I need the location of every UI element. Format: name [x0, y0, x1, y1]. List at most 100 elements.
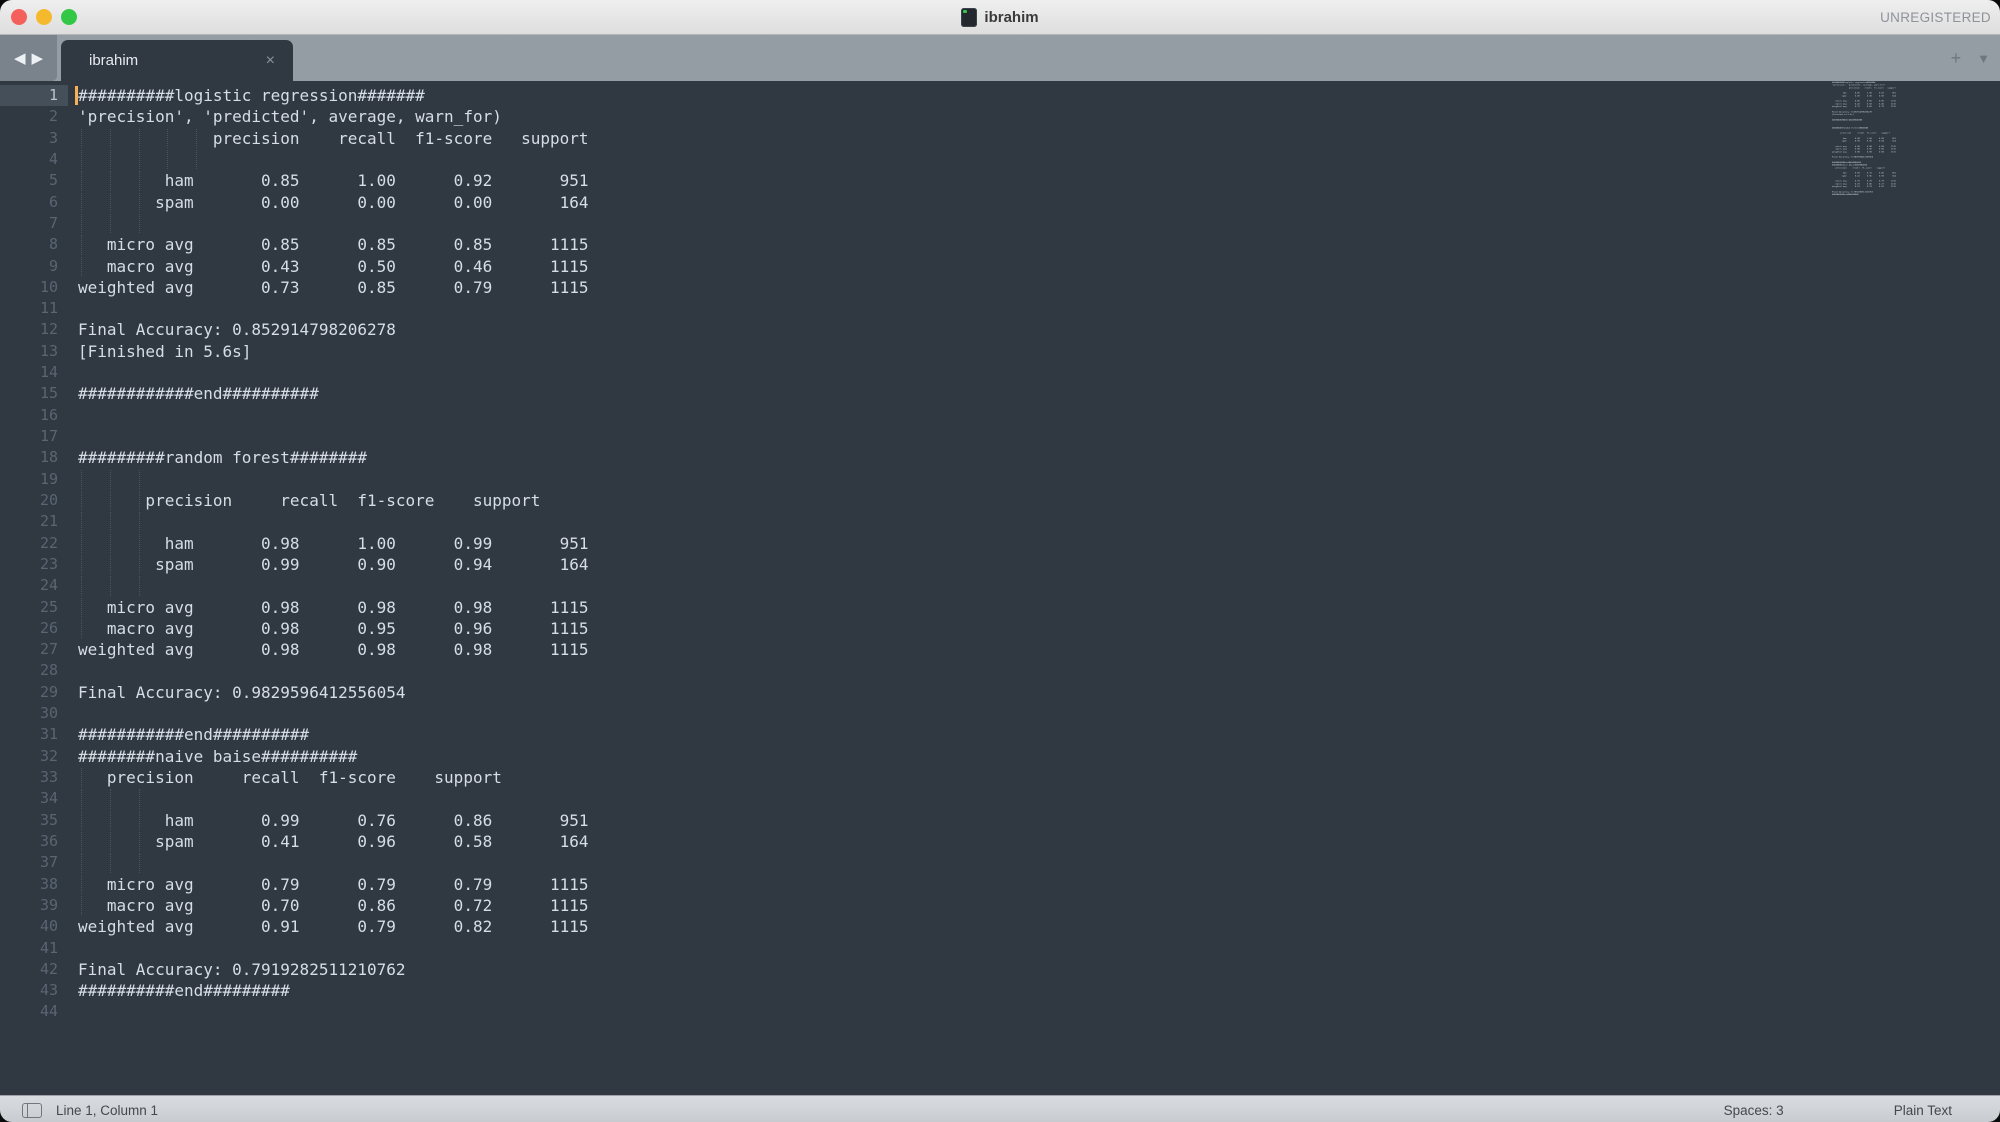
indent-guide — [81, 811, 82, 830]
line-number: 21 — [0, 511, 68, 532]
indent-guide — [196, 150, 197, 169]
line-number: 5 — [0, 170, 68, 191]
indent-guide — [81, 171, 82, 190]
code-line — [78, 298, 589, 319]
title-bar: ibrahim UNREGISTERED — [0, 0, 2000, 35]
line-number: 36 — [0, 831, 68, 852]
code-line: weighted avg 0.98 0.98 0.98 1115 — [78, 639, 589, 660]
indent-guide — [167, 129, 168, 148]
code-line: ############end########## — [78, 383, 589, 404]
tab-ibrahim[interactable]: ibrahim × — [61, 40, 293, 81]
code-line: [Finished in 5.6s] — [78, 341, 589, 362]
indent-guide — [81, 193, 82, 212]
code-line: ham 0.98 1.00 0.99 951 — [78, 533, 589, 554]
line-number: 26 — [0, 618, 68, 639]
indent-guide — [139, 853, 140, 872]
line-number: 20 — [0, 490, 68, 511]
indent-guide — [81, 235, 82, 254]
indent-guide — [110, 129, 111, 148]
indent-guide — [81, 491, 82, 510]
code-lines: ##########logistic regression#######'pre… — [78, 85, 589, 1023]
line-number: 32 — [0, 746, 68, 767]
traffic-lights — [11, 0, 77, 34]
line-number: 37 — [0, 852, 68, 873]
code-line: #########random forest######## — [78, 447, 589, 468]
line-number: 4 — [0, 149, 68, 170]
indent-guide — [139, 129, 140, 148]
indent-guide — [81, 470, 82, 489]
indent-guide — [167, 150, 168, 169]
indent-guide — [81, 768, 82, 787]
indent-guide — [81, 555, 82, 574]
indent-guide — [81, 789, 82, 808]
new-tab-icon[interactable]: + — [1951, 49, 1962, 67]
syntax-setting[interactable]: Plain Text — [1894, 1103, 1952, 1118]
line-number: 19 — [0, 469, 68, 490]
line-number: 22 — [0, 533, 68, 554]
indent-guide — [139, 214, 140, 233]
line-number: 15 — [0, 383, 68, 404]
code-line: spam 0.41 0.96 0.58 164 — [78, 831, 589, 852]
tab-overflow-icon[interactable]: ▼ — [1977, 52, 1990, 65]
minimize-window-button[interactable] — [36, 9, 52, 25]
indent-guide — [139, 811, 140, 830]
line-number: 23 — [0, 554, 68, 575]
indent-guide — [110, 555, 111, 574]
line-number: 38 — [0, 874, 68, 895]
indent-guide — [81, 619, 82, 638]
indent-guide — [81, 257, 82, 276]
zoom-window-button[interactable] — [61, 9, 77, 25]
panel-toggle-icon[interactable] — [22, 1103, 42, 1118]
line-number: 12 — [0, 319, 68, 340]
indent-guide — [110, 853, 111, 872]
indent-guide — [81, 534, 82, 553]
indent-guide — [110, 193, 111, 212]
indent-guide — [110, 534, 111, 553]
window-title: ibrahim — [984, 9, 1038, 26]
line-number: 39 — [0, 895, 68, 916]
indent-guide — [139, 470, 140, 489]
indent-guide — [110, 214, 111, 233]
indent-guide — [139, 171, 140, 190]
tab-bar: ◀ ▶ ibrahim × + ▼ — [0, 35, 2000, 81]
code-line — [78, 660, 589, 681]
indent-guide — [110, 576, 111, 595]
gutter: 1234567891011121314151617181920212223242… — [0, 85, 68, 1023]
cursor-position-label: Line 1, Column 1 — [56, 1103, 158, 1118]
line-number: 8 — [0, 234, 68, 255]
code-line — [78, 938, 589, 959]
indent-guide — [139, 555, 140, 574]
indent-guide — [81, 214, 82, 233]
tab-nav: ◀ ▶ — [0, 35, 57, 81]
indent-guide — [139, 193, 140, 212]
code-line — [78, 852, 589, 873]
indent-guide — [110, 150, 111, 169]
close-window-button[interactable] — [11, 9, 27, 25]
indent-guide — [139, 576, 140, 595]
indent-setting[interactable]: Spaces: 3 — [1724, 1103, 1784, 1118]
editor-surface[interactable]: 1234567891011121314151617181920212223242… — [0, 81, 2000, 1095]
indent-guide — [139, 512, 140, 531]
tab-back-icon[interactable]: ◀ — [14, 51, 26, 66]
unregistered-badge: UNREGISTERED — [1880, 0, 1991, 34]
line-number: 25 — [0, 597, 68, 618]
code-line: ham 0.99 0.76 0.86 951 — [78, 810, 589, 831]
indent-guide — [81, 853, 82, 872]
line-number: 9 — [0, 256, 68, 277]
tab-label: ibrahim — [89, 52, 138, 69]
minimap-content: ##########logistic regression#######'pre… — [1832, 81, 1982, 198]
line-number: 35 — [0, 810, 68, 831]
indent-guide — [139, 491, 140, 510]
tab-forward-icon[interactable]: ▶ — [32, 51, 44, 66]
minimap[interactable]: ##########logistic regression#######'pre… — [1832, 81, 2000, 1095]
line-number: 7 — [0, 213, 68, 234]
line-number: 6 — [0, 192, 68, 213]
code-line — [78, 703, 589, 724]
line-number: 2 — [0, 106, 68, 127]
title-group: ibrahim — [961, 8, 1038, 27]
indent-guide — [110, 470, 111, 489]
code-line — [78, 575, 589, 596]
tab-close-icon[interactable]: × — [266, 52, 275, 70]
text-cursor — [75, 86, 78, 105]
indent-guide — [139, 832, 140, 851]
